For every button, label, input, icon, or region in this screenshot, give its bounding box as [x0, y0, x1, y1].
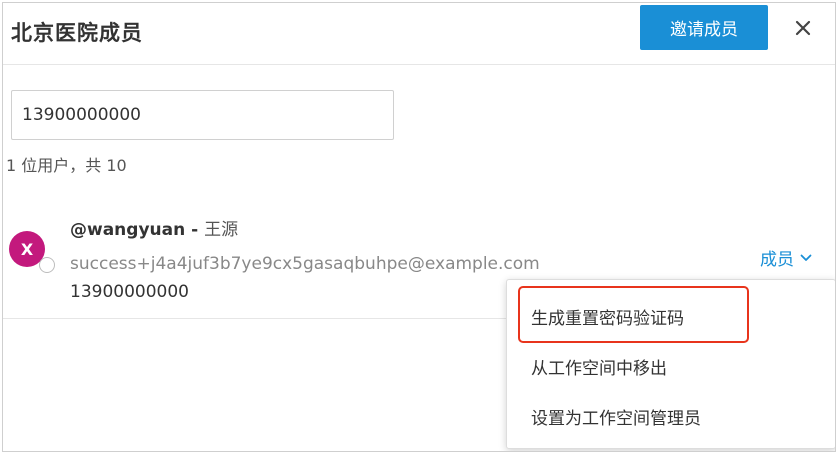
role-action-menu: 生成重置密码验证码 从工作空间中移出 设置为工作空间管理员: [506, 279, 835, 449]
member-name-line: @wangyuan - 王源: [70, 215, 238, 240]
menu-item-generate-reset-code[interactable]: 生成重置密码验证码: [531, 304, 684, 329]
member-email: success+j4a4juf3b7ye9cx5gasaqbuhpe@examp…: [70, 254, 540, 274]
member-username: @wangyuan: [70, 220, 186, 240]
member-realname: 王源: [204, 220, 239, 240]
status-dot-icon: [39, 257, 55, 273]
menu-item-remove-from-workspace[interactable]: 从工作空间中移出: [531, 354, 667, 379]
role-dropdown[interactable]: 成员: [760, 245, 812, 270]
page-title: 北京医院成员: [11, 21, 143, 45]
name-separator: -: [185, 220, 205, 240]
role-label: 成员: [760, 250, 794, 270]
chevron-down-icon: [800, 254, 812, 261]
member-search-input[interactable]: [11, 90, 394, 140]
close-button[interactable]: [791, 16, 815, 40]
member-dialog: 北京医院成员 邀请成员 1 位用户，共 10 X @wangyuan - 王源 …: [2, 2, 836, 452]
member-phone: 13900000000: [70, 282, 189, 302]
result-count: 1 位用户，共 10: [6, 156, 127, 175]
menu-item-set-as-admin[interactable]: 设置为工作空间管理员: [531, 404, 701, 429]
close-icon: [795, 20, 811, 36]
dialog-header: 北京医院成员 邀请成员: [3, 3, 835, 65]
avatar-letter: X: [20, 239, 34, 259]
invite-member-button[interactable]: 邀请成员: [640, 5, 768, 50]
